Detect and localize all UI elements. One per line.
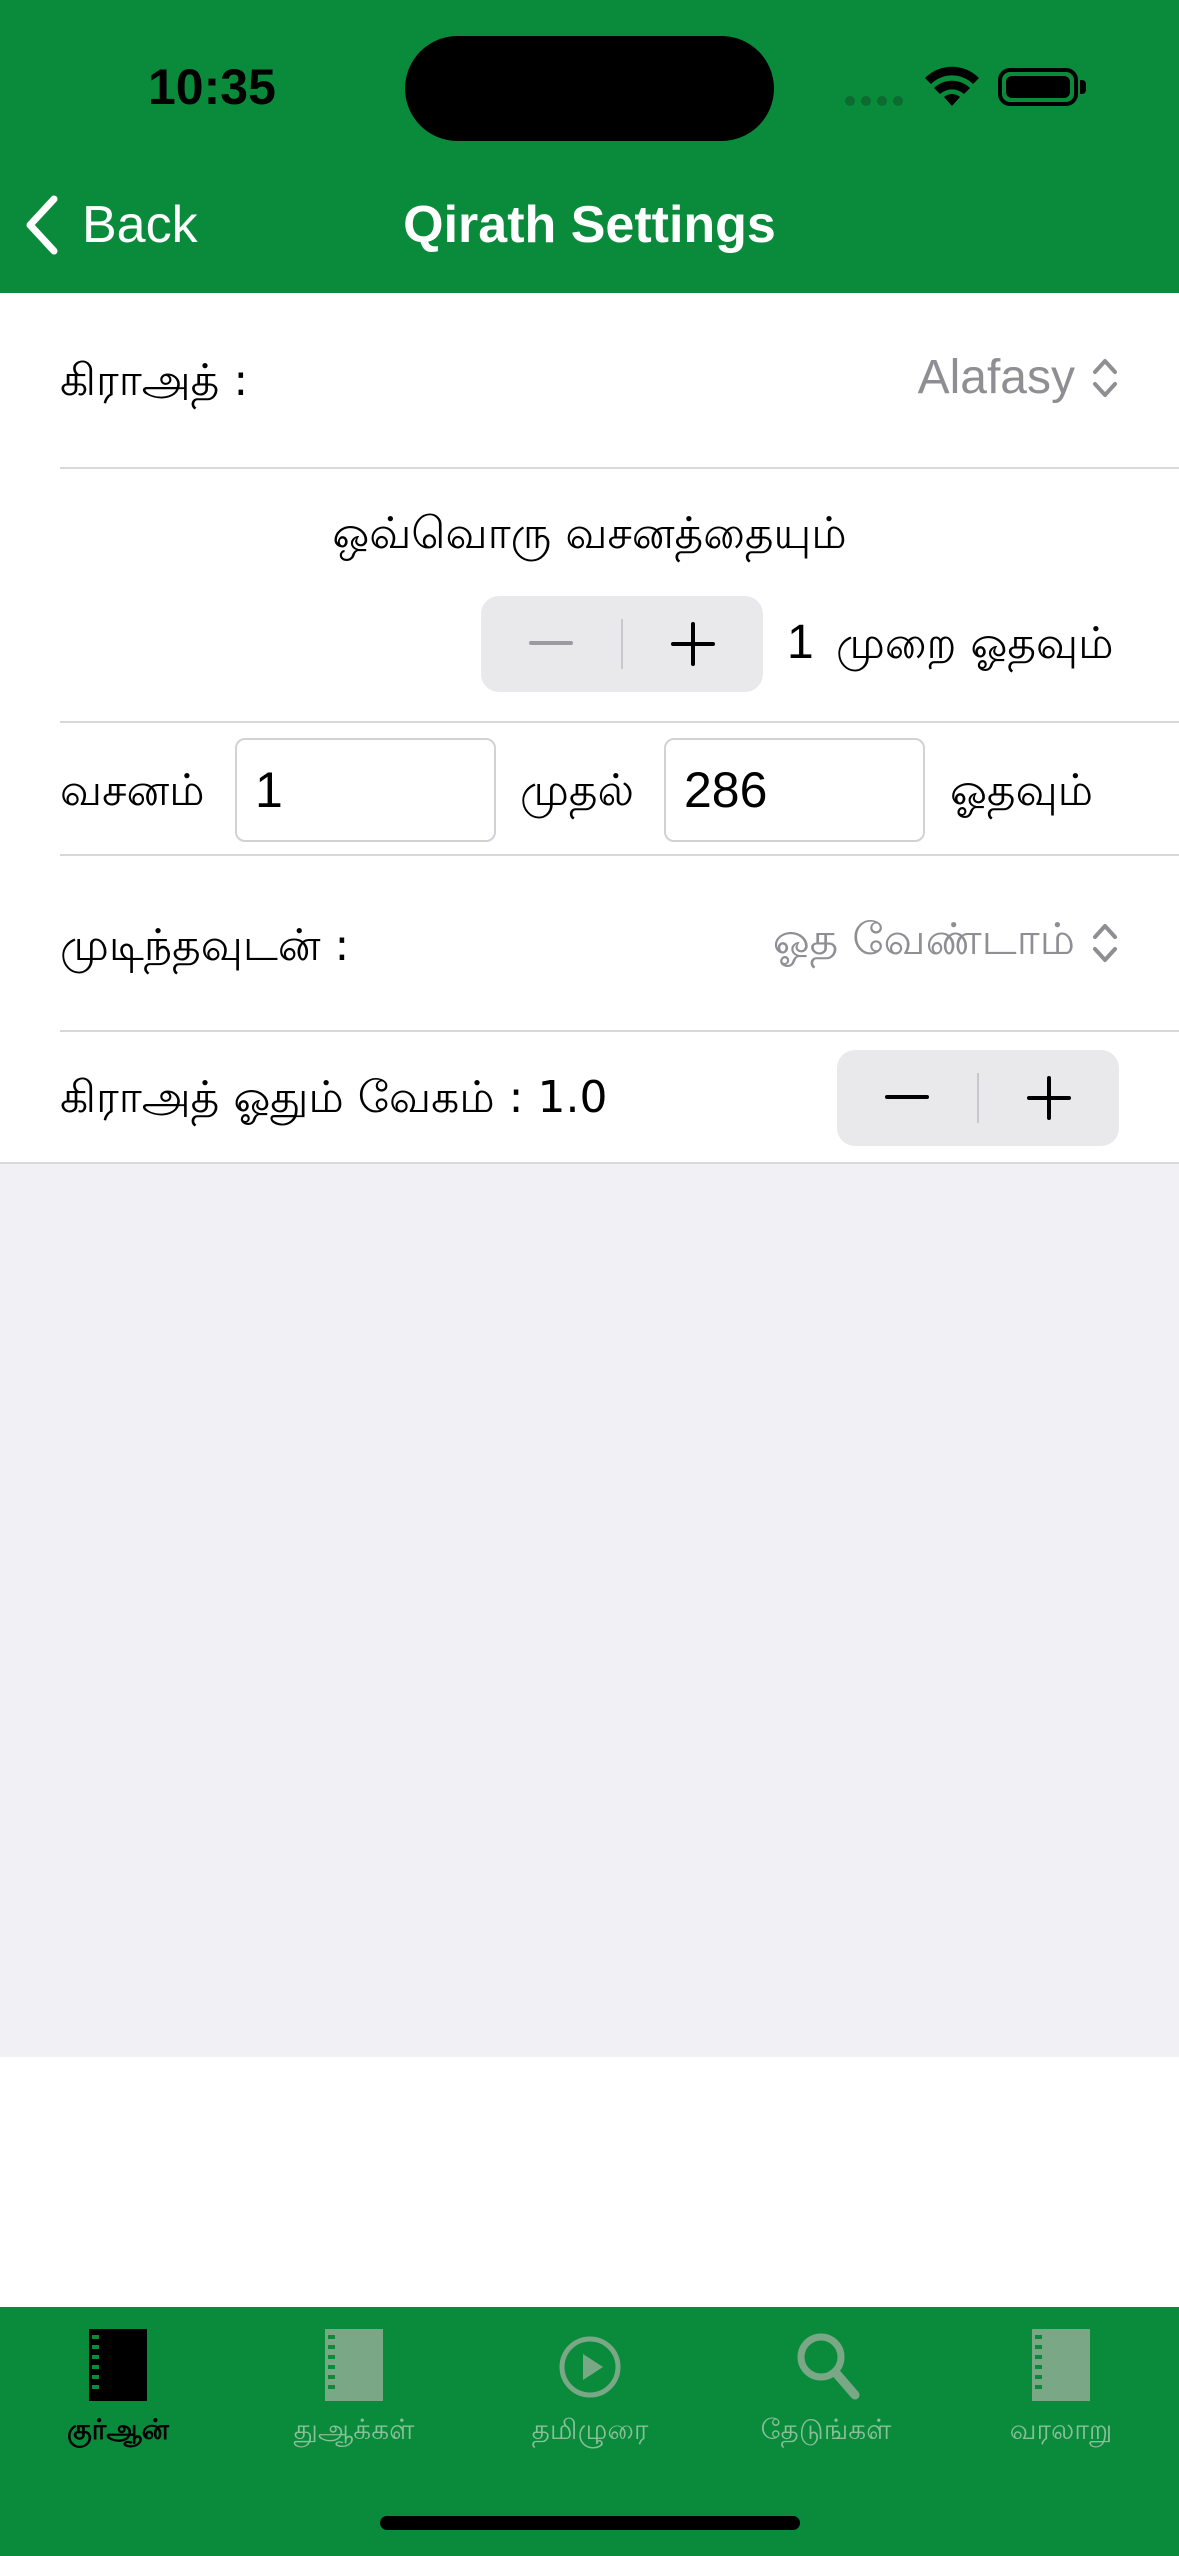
tab-search[interactable]: தேடுங்கள் bbox=[708, 2327, 944, 2450]
tab-history[interactable]: வரலாறு bbox=[943, 2327, 1179, 2450]
after-finish-value: ஓத வேண்டாம் bbox=[772, 914, 1075, 965]
tab-label: குர்ஆன் bbox=[67, 2413, 169, 2446]
back-button[interactable]: Back bbox=[24, 195, 198, 255]
book-icon bbox=[1032, 2329, 1090, 2401]
from-verse-field[interactable]: 1 bbox=[235, 738, 496, 842]
divider bbox=[60, 721, 1179, 723]
minus-icon bbox=[884, 1095, 929, 1099]
verse-label: வசனம் bbox=[60, 765, 205, 816]
tab-duas[interactable]: துஆக்கள் bbox=[236, 2327, 472, 2450]
divider bbox=[60, 1030, 1179, 1032]
dynamic-island bbox=[405, 36, 774, 141]
increment-button[interactable] bbox=[623, 596, 763, 692]
decrement-button[interactable] bbox=[481, 596, 621, 692]
status-time: 10:35 bbox=[148, 59, 276, 115]
navigation-header: 10:35 Back Qirath Settings bbox=[0, 0, 1179, 293]
to-verse-field[interactable]: 286 bbox=[664, 738, 925, 842]
speed-decrement-button[interactable] bbox=[837, 1050, 977, 1146]
repeat-suffix: முறை ஓதவும் bbox=[836, 618, 1114, 669]
wifi-icon bbox=[925, 66, 979, 106]
speed-stepper[interactable] bbox=[837, 1050, 1119, 1146]
qirath-picker[interactable]: Alafasy bbox=[918, 350, 1119, 405]
tab-quran[interactable]: குர்ஆன் bbox=[0, 2327, 236, 2450]
empty-background-area bbox=[0, 1164, 1179, 2057]
tab-label: வரலாறு bbox=[1009, 2413, 1113, 2446]
chevron-up-down-icon bbox=[1093, 923, 1117, 962]
repeat-stepper[interactable] bbox=[481, 596, 763, 692]
chevron-left-icon bbox=[26, 195, 58, 255]
repeat-count: 1 bbox=[787, 616, 814, 669]
divider bbox=[60, 467, 1179, 469]
tab-label: தமிழுரை bbox=[531, 2413, 649, 2446]
qirath-label: கிராஅத் : bbox=[60, 355, 249, 406]
battery-icon bbox=[998, 68, 1078, 106]
back-label: Back bbox=[82, 196, 198, 254]
repeat-heading: ஒவ்வொரு வசனத்தையும் bbox=[332, 508, 847, 559]
plus-icon bbox=[1027, 1076, 1072, 1120]
search-icon bbox=[797, 2333, 860, 2400]
home-indicator bbox=[380, 2516, 800, 2530]
play-icon bbox=[559, 2336, 621, 2398]
book-icon bbox=[325, 2329, 383, 2401]
tab-label: தேடுங்கள் bbox=[760, 2413, 892, 2446]
speed-increment-button[interactable] bbox=[979, 1050, 1119, 1146]
from-label: முதல் bbox=[520, 765, 635, 816]
to-label: ஓதவும் bbox=[950, 765, 1094, 816]
divider bbox=[60, 854, 1179, 856]
after-finish-label: முடிந்தவுடன் : bbox=[60, 920, 350, 971]
speed-label: கிராஅத் ஓதும் வேகம் : 1.0 bbox=[60, 1072, 608, 1123]
after-finish-picker[interactable]: ஓத வேண்டாம் bbox=[773, 914, 1119, 971]
qirath-value: Alafasy bbox=[917, 351, 1075, 404]
plus-icon bbox=[671, 622, 716, 666]
minus-icon bbox=[528, 641, 573, 645]
cellular-signal-icon bbox=[845, 96, 903, 106]
tab-tamil-translation[interactable]: தமிழுரை bbox=[472, 2327, 708, 2450]
book-icon bbox=[89, 2329, 147, 2401]
tab-label: துஆக்கள் bbox=[293, 2413, 415, 2446]
chevron-up-down-icon bbox=[1093, 358, 1117, 397]
